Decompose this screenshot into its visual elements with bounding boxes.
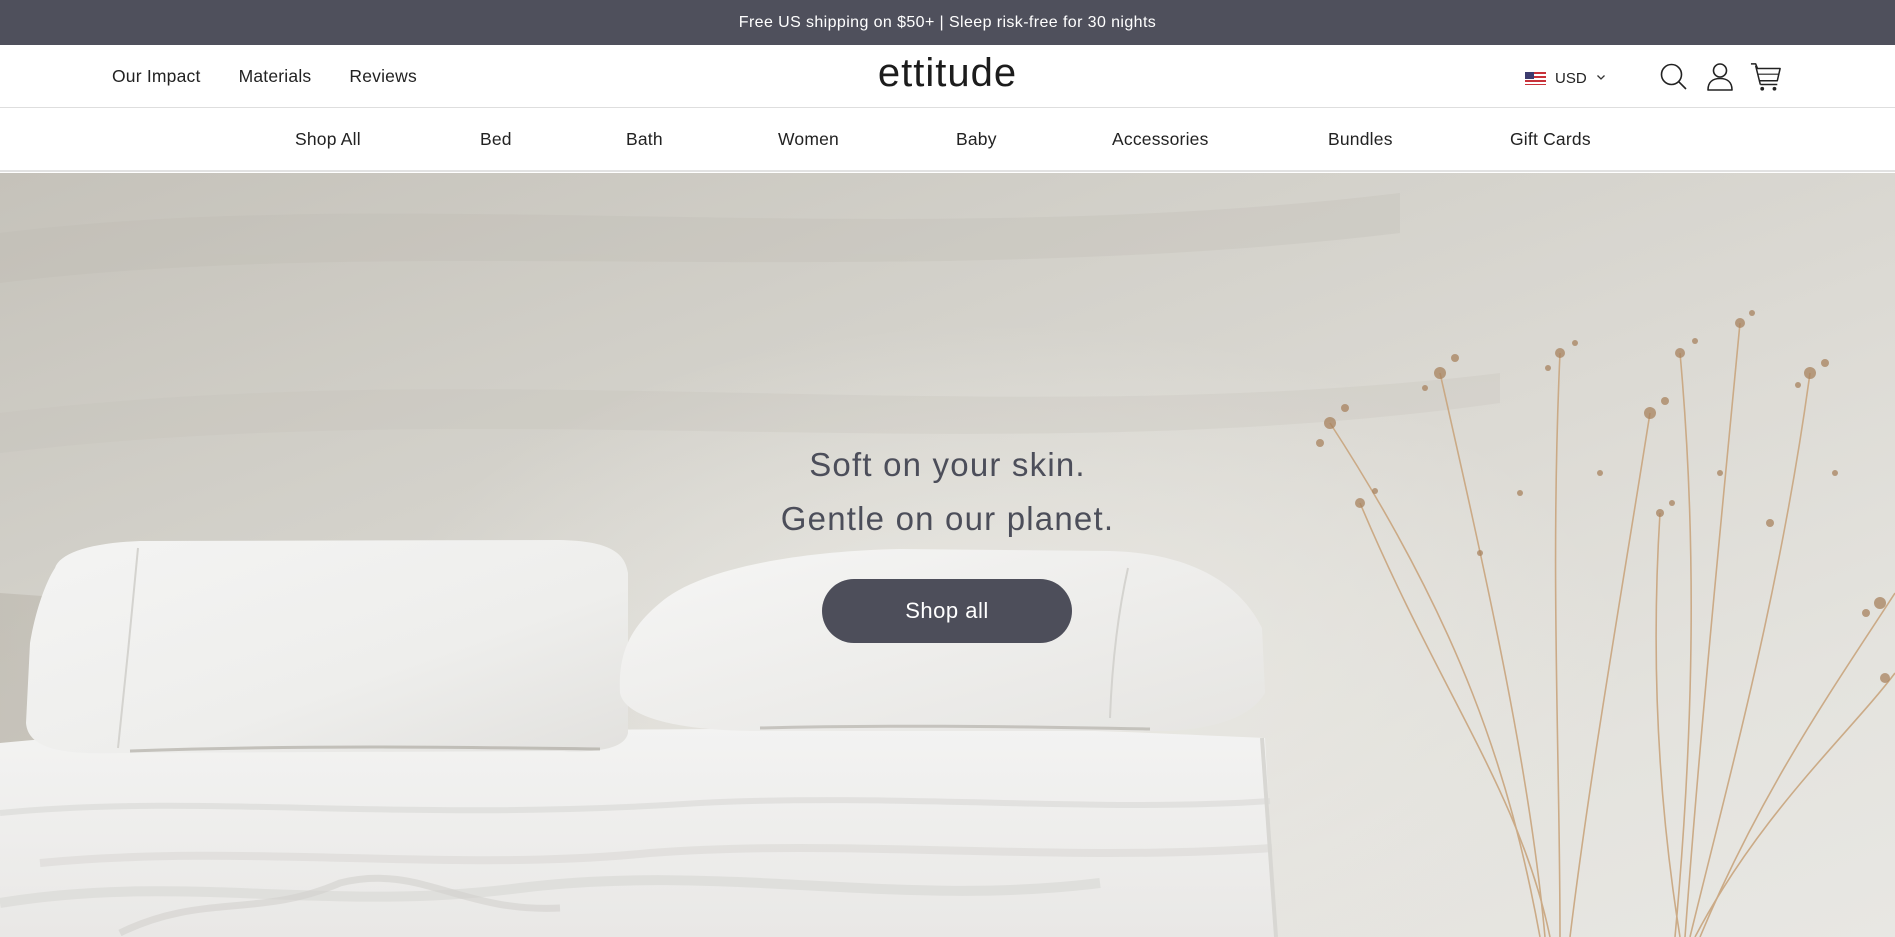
nav-link-materials[interactable]: Materials bbox=[239, 66, 312, 87]
shop-all-button[interactable]: Shop all bbox=[822, 579, 1072, 643]
category-shop-all[interactable]: Shop All bbox=[295, 108, 361, 171]
site-logo[interactable]: ettitude bbox=[878, 51, 1017, 96]
category-bundles[interactable]: Bundles bbox=[1328, 108, 1393, 171]
category-gift-cards[interactable]: Gift Cards bbox=[1510, 108, 1591, 171]
category-accessories[interactable]: Accessories bbox=[1112, 108, 1209, 171]
chevron-down-icon bbox=[1596, 74, 1605, 80]
site-header: Our Impact Materials Reviews ettitude US… bbox=[0, 45, 1895, 108]
cart-icon bbox=[1750, 62, 1781, 91]
nav-link-reviews[interactable]: Reviews bbox=[349, 66, 417, 87]
hero-banner: Soft on your skin. Gentle on our planet.… bbox=[0, 173, 1895, 937]
account-icon bbox=[1707, 62, 1733, 91]
category-women[interactable]: Women bbox=[778, 108, 839, 171]
currency-code: USD bbox=[1555, 69, 1587, 87]
category-nav: Shop All Bed Bath Women Baby Accessories… bbox=[0, 108, 1895, 172]
wall-shadows bbox=[0, 193, 1500, 453]
currency-selector[interactable]: USD bbox=[1525, 45, 1606, 108]
category-bath[interactable]: Bath bbox=[626, 108, 663, 171]
header-icons bbox=[1658, 45, 1782, 108]
hero-headline-line-1: Soft on your skin. bbox=[809, 446, 1086, 483]
announcement-bar: Free US shipping on $50+ | Sleep risk-fr… bbox=[0, 0, 1895, 45]
account-button[interactable] bbox=[1704, 61, 1736, 93]
announcement-text: Free US shipping on $50+ | Sleep risk-fr… bbox=[738, 13, 1157, 31]
utility-nav: Our Impact Materials Reviews bbox=[112, 45, 417, 108]
search-icon bbox=[1660, 63, 1687, 90]
bed-sheets bbox=[0, 727, 1278, 937]
search-button[interactable] bbox=[1658, 61, 1690, 93]
dried-plants bbox=[1329, 322, 1895, 937]
category-baby[interactable]: Baby bbox=[956, 108, 997, 171]
cart-button[interactable] bbox=[1750, 61, 1782, 93]
hero-headline-line-2: Gentle on our planet. bbox=[780, 500, 1115, 537]
pillow-left bbox=[26, 540, 628, 754]
hero-image bbox=[0, 193, 1895, 937]
us-flag-icon bbox=[1525, 71, 1546, 85]
category-bed[interactable]: Bed bbox=[480, 108, 512, 171]
hero-headline: Soft on your skin. Gentle on our planet. bbox=[0, 438, 1895, 546]
nav-link-our-impact[interactable]: Our Impact bbox=[112, 66, 201, 87]
